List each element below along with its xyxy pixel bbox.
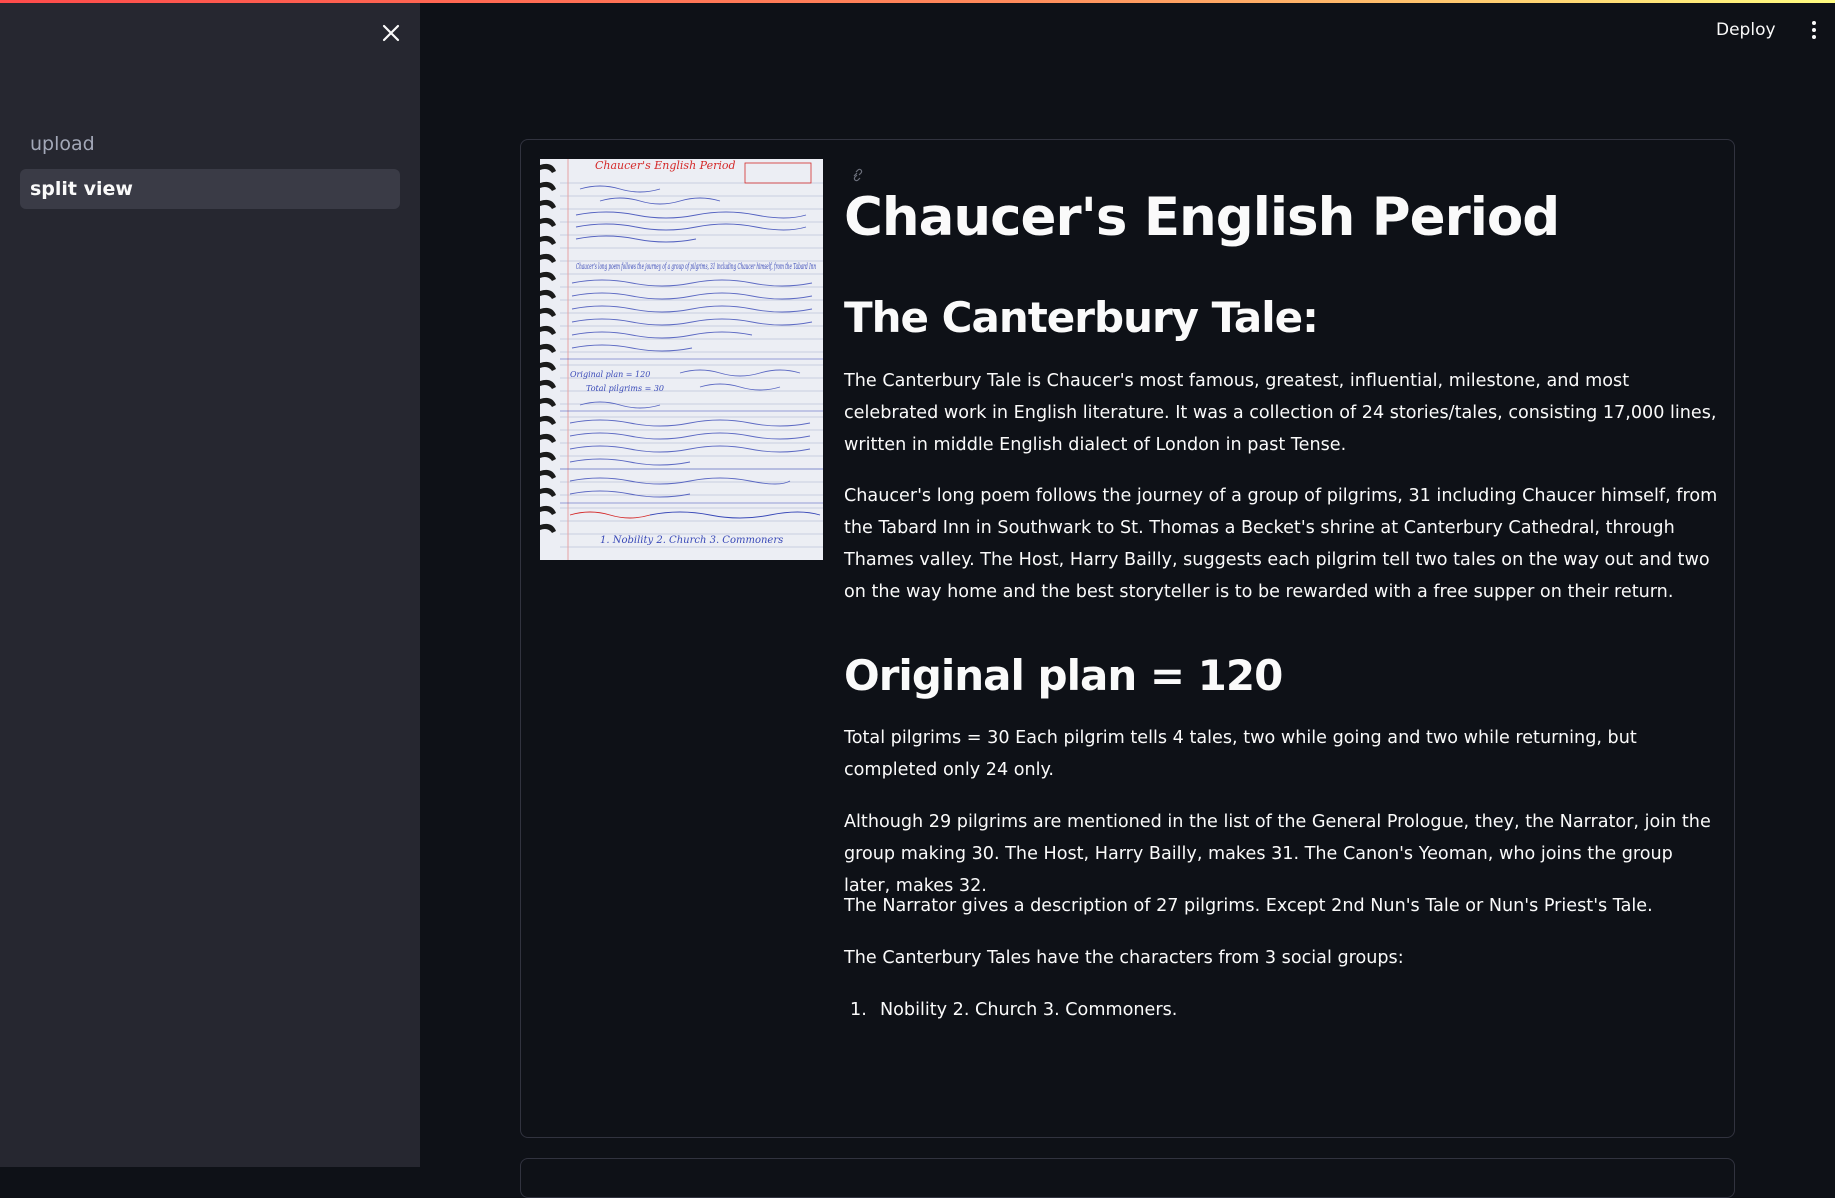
- sidebar-item-upload[interactable]: upload: [20, 124, 400, 164]
- link-anchor-icon[interactable]: [851, 168, 865, 182]
- top-decoration-bar: [0, 0, 1835, 3]
- close-sidebar-button[interactable]: [378, 20, 404, 46]
- deploy-button[interactable]: Deploy: [1716, 14, 1776, 46]
- handwritten-title: Chaucer's English Period: [595, 159, 736, 172]
- social-groups-list: 1. Nobility 2. Church 3. Commoners.: [844, 994, 1177, 1026]
- list-item-text: Nobility 2. Church 3. Commoners.: [880, 1000, 1178, 1020]
- paragraph: Total pilgrims = 30 Each pilgrim tells 4…: [844, 728, 1637, 780]
- paragraph: Chaucer's long poem follows the journey …: [844, 486, 1718, 602]
- close-icon: [382, 24, 400, 42]
- handwritten-line-1: Chaucer's long poem follows the journey …: [576, 262, 816, 271]
- paragraph: Although 29 pilgrims are mentioned in th…: [844, 812, 1711, 896]
- next-content-card: [520, 1158, 1735, 1198]
- main-menu-button[interactable]: [1804, 16, 1824, 44]
- notebook-page-drawing: Chaucer's English Period Chaucer's long …: [540, 159, 823, 560]
- paragraph: The Canterbury Tale is Chaucer's most fa…: [844, 371, 1717, 455]
- paragraph: The Canterbury Tales have the characters…: [844, 948, 1404, 968]
- sidebar: upload split view: [0, 0, 420, 1167]
- section-heading-original-plan: Original plan = 120: [844, 651, 1283, 700]
- sidebar-item-label: split view: [30, 178, 133, 200]
- page-title: Chaucer's English Period: [844, 187, 1560, 248]
- list-item-number: 1.: [850, 1000, 867, 1020]
- notebook-page-image: Chaucer's English Period Chaucer's long …: [540, 159, 823, 560]
- handwritten-line-4: 1. Nobility 2. Church 3. Commoners: [600, 535, 783, 546]
- section-heading-canterbury: The Canterbury Tale:: [844, 293, 1319, 342]
- handwritten-line-3: Total pilgrims = 30: [586, 384, 664, 393]
- handwritten-line-2: Original plan = 120: [570, 370, 650, 379]
- kebab-menu-icon: [1812, 21, 1816, 39]
- sidebar-item-label: upload: [30, 133, 95, 155]
- list-item: 1. Nobility 2. Church 3. Commoners.: [844, 994, 1177, 1026]
- sidebar-item-split-view[interactable]: split view: [20, 169, 400, 209]
- paragraph: The Narrator gives a description of 27 p…: [844, 896, 1653, 916]
